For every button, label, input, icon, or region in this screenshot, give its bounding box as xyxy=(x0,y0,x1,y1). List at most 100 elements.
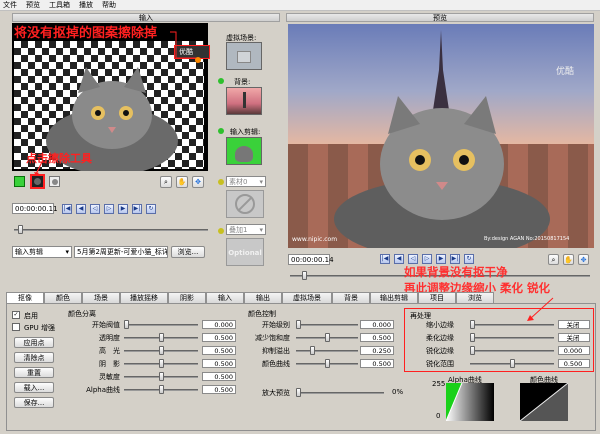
file-name-field[interactable]: 5月第2周更新-可爱小猫_标详 xyxy=(74,246,168,258)
loop-icon[interactable]: ↻ xyxy=(146,204,156,214)
color-sep-value-4[interactable]: 0.500 xyxy=(202,372,236,381)
color-sep-value-2[interactable]: 0.500 xyxy=(202,346,236,355)
preview-timeline-thumb[interactable] xyxy=(302,271,307,280)
preview-play-icon[interactable]: ▶ xyxy=(436,254,446,264)
color-sep-thumb-4[interactable] xyxy=(159,372,164,381)
color-sep-thumb-2[interactable] xyxy=(159,346,164,355)
hand-icon[interactable]: ✋ xyxy=(176,176,188,188)
reprocess-thumb-1[interactable] xyxy=(470,333,475,342)
preview-go-end-icon[interactable]: ▶| xyxy=(450,254,460,264)
prev-frame-icon[interactable]: ◁ xyxy=(90,204,100,214)
color-sep-thumb-0[interactable] xyxy=(124,320,129,329)
color-ctrl-slider-0[interactable] xyxy=(296,324,358,326)
menu-toolbox[interactable]: 工具箱 xyxy=(49,0,70,10)
step-back-icon[interactable]: ◀ xyxy=(76,204,86,214)
color-ctrl-value-0[interactable]: 0.000 xyxy=(360,320,394,329)
reprocess-thumb-2[interactable] xyxy=(470,346,475,355)
save-button[interactable]: 保存... xyxy=(14,397,54,408)
clear-point-button[interactable]: 清除点 xyxy=(14,352,54,363)
next-frame-icon[interactable]: ▷ xyxy=(104,204,114,214)
background-thumb[interactable] xyxy=(226,87,262,115)
fit-icon[interactable]: ✥ xyxy=(192,176,204,188)
preview-prev-frame-icon[interactable]: ◁ xyxy=(408,254,418,264)
zoom-icon[interactable]: ⌕ xyxy=(160,176,172,188)
zoom-preview-thumb[interactable] xyxy=(296,388,301,397)
reprocess-slider-1[interactable] xyxy=(470,337,554,339)
color-sep-thumb-1[interactable] xyxy=(159,333,164,342)
enable-checkbox[interactable]: ✓ xyxy=(12,311,20,319)
overlay-select[interactable]: 叠加1 ▾ xyxy=(226,224,266,235)
reprocess-slider-2[interactable] xyxy=(470,350,554,352)
menu-help[interactable]: 帮助 xyxy=(102,0,116,10)
load-button[interactable]: 载入... xyxy=(14,382,54,393)
preview-loop-icon[interactable]: ↻ xyxy=(464,254,474,264)
tab-virtual-scene[interactable]: 虚拟场景 xyxy=(282,292,332,303)
go-end-icon[interactable]: ▶| xyxy=(132,204,142,214)
color-curve-graph[interactable] xyxy=(520,383,568,421)
preview-go-start-icon[interactable]: |◀ xyxy=(380,254,390,264)
reprocess-value-2[interactable]: 0.000 xyxy=(558,346,590,355)
color-sep-thumb-3[interactable] xyxy=(159,359,164,368)
color-ctrl-value-3[interactable]: 0.500 xyxy=(360,359,394,368)
restore-tool-icon[interactable] xyxy=(49,176,60,187)
color-ctrl-thumb-0[interactable] xyxy=(296,320,301,329)
color-sep-thumb-5[interactable] xyxy=(159,385,164,394)
go-start-icon[interactable]: |◀ xyxy=(62,204,72,214)
tab-project[interactable]: 项目 xyxy=(418,292,456,303)
preview-next-frame-icon[interactable]: ▷ xyxy=(422,254,432,264)
color-ctrl-value-1[interactable]: 0.500 xyxy=(360,333,394,342)
browse-button[interactable]: 浏览... xyxy=(171,246,205,258)
reprocess-value-0[interactable]: 关闭 xyxy=(558,320,590,329)
material-empty-slot[interactable] xyxy=(226,190,264,218)
alpha-curve-graph[interactable] xyxy=(446,383,494,421)
color-ctrl-thumb-2[interactable] xyxy=(310,346,315,355)
material-select[interactable]: 素材0 ▾ xyxy=(226,176,266,187)
color-sep-slider-0[interactable] xyxy=(124,324,198,326)
color-sep-value-0[interactable]: 0.000 xyxy=(202,320,236,329)
tab-shadow[interactable]: 阴影 xyxy=(168,292,206,303)
reprocess-value-1[interactable]: 关闭 xyxy=(558,333,590,342)
optional-slot[interactable]: Optional xyxy=(226,238,264,266)
color-sep-value-3[interactable]: 0.500 xyxy=(202,359,236,368)
preview-timecode[interactable]: 00:00:00.14 xyxy=(288,254,334,265)
zoom-preview-slider[interactable] xyxy=(296,392,384,394)
reprocess-thumb-3[interactable] xyxy=(510,359,515,368)
menu-file[interactable]: 文件 xyxy=(3,0,17,10)
input-timeline-thumb[interactable] xyxy=(18,225,23,234)
keying-tool-icon[interactable] xyxy=(14,176,25,187)
preview-zoom-icon[interactable]: ⌕ xyxy=(548,254,559,265)
reprocess-value-3[interactable]: 0.500 xyxy=(558,359,590,368)
tab-output[interactable]: 输出 xyxy=(244,292,282,303)
tab-keying[interactable]: 抠像 xyxy=(6,292,44,303)
play-icon[interactable]: ▶ xyxy=(118,204,128,214)
input-clip-thumb[interactable] xyxy=(226,137,262,165)
tab-output-clip[interactable]: 输出剪辑 xyxy=(370,292,418,303)
eraser-tool-icon[interactable] xyxy=(30,174,45,189)
menu-preview[interactable]: 预览 xyxy=(26,0,40,10)
color-ctrl-slider-2[interactable] xyxy=(296,350,358,352)
tab-browse[interactable]: 浏览 xyxy=(456,292,494,303)
reprocess-thumb-0[interactable] xyxy=(470,320,475,329)
input-timecode[interactable]: 00:00:00.11 xyxy=(12,203,58,214)
menu-play[interactable]: 播放 xyxy=(79,0,93,10)
virtual-scene-thumb[interactable] xyxy=(226,42,262,70)
color-ctrl-thumb-3[interactable] xyxy=(325,359,330,368)
source-select[interactable]: 输入剪辑 ▾ xyxy=(12,246,72,258)
reprocess-slider-0[interactable] xyxy=(470,324,554,326)
preview-step-back-icon[interactable]: ◀ xyxy=(394,254,404,264)
reset-button[interactable]: 重置 xyxy=(14,367,54,378)
tab-color[interactable]: 颜色 xyxy=(44,292,82,303)
preview-hand-icon[interactable]: ✋ xyxy=(563,254,574,265)
preview-viewer[interactable]: 优酷 www.nipic.com By:design AGAN No:20150… xyxy=(288,24,594,248)
apply-point-button[interactable]: 应用点 xyxy=(14,337,54,348)
tab-pan[interactable]: 播放摇移 xyxy=(120,292,168,303)
color-ctrl-thumb-1[interactable] xyxy=(325,333,330,342)
gpu-checkbox[interactable] xyxy=(12,323,20,331)
color-ctrl-value-2[interactable]: 0.250 xyxy=(360,346,394,355)
color-sep-value-1[interactable]: 0.500 xyxy=(202,333,236,342)
input-timeline[interactable] xyxy=(14,229,208,231)
tab-input[interactable]: 输入 xyxy=(206,292,244,303)
color-sep-value-5[interactable]: 0.500 xyxy=(202,385,236,394)
tab-scene[interactable]: 场景 xyxy=(82,292,120,303)
preview-fit-icon[interactable]: ✥ xyxy=(578,254,589,265)
